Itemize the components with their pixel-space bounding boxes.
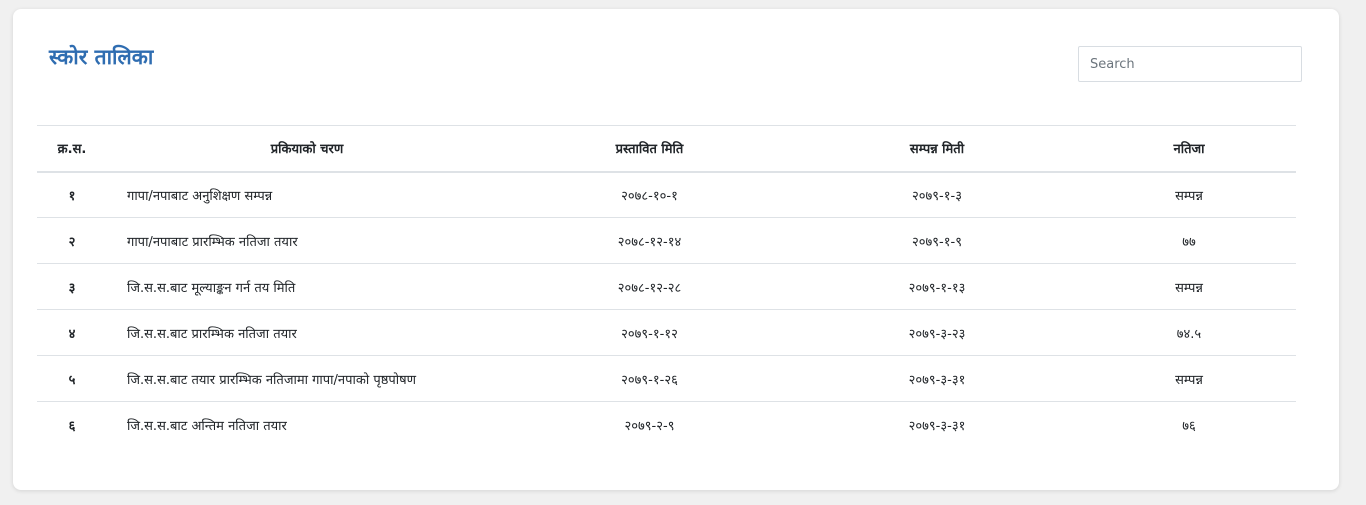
table-row: १ गापा/नपाबाट अनुशिक्षण सम्पन्न २०७८-१०-… [37,172,1296,218]
cell-completed-date: २०७९-१-३ [912,188,962,204]
cell-completed-date: २०७९-३-२३ [908,326,966,342]
cell-completed-date: २०७९-१-९ [912,234,962,250]
cell-stage: जि.स.स.बाट मूल्याङ्कन गर्न तय मिति [127,280,296,296]
cell-completed-date: २०७९-३-३१ [908,418,966,434]
cell-proposed-date: २०७८-१०-१ [621,188,678,204]
cell-sn: ६ [68,418,76,434]
cell-sn: ३ [68,280,76,296]
cell-stage: जि.स.स.बाट तयार प्रारम्भिक नतिजामा गापा/… [127,372,417,388]
table-header-row: क्र.स. प्रकियाको चरण प्रस्तावित मिति सम्… [37,125,1296,172]
cell-proposed-date: २०७८-१२-१४ [617,234,682,250]
table-row: ५ जि.स.स.बाट तयार प्रारम्भिक नतिजामा गाप… [37,356,1296,402]
cell-result: सम्पन्न [1175,188,1203,204]
cell-stage: गापा/नपाबाट प्रारम्भिक नतिजा तयार [127,234,298,250]
cell-sn: १ [68,188,76,204]
cell-stage: गापा/नपाबाट अनुशिक्षण सम्पन्न [127,188,273,204]
cell-sn: ४ [68,326,76,342]
header-sn[interactable]: क्र.स. [37,126,107,172]
cell-sn: ५ [68,372,76,388]
cell-proposed-date: २०७९-२-९ [624,418,675,434]
cell-result: ७६ [1182,418,1196,434]
header-stage[interactable]: प्रकियाको चरण [107,126,507,172]
cell-result: ७४.५ [1176,326,1202,342]
header-completed-date[interactable]: सम्पन्न मिती [792,126,1082,172]
score-table-card: स्कोर तालिका क्र.स. प्रकियाको चरण प्रस्त… [13,9,1339,490]
cell-proposed-date: २०७९-१-२६ [621,372,678,388]
table-body: १ गापा/नपाबाट अनुशिक्षण सम्पन्न २०७८-१०-… [37,172,1296,448]
header-proposed-date[interactable]: प्रस्तावित मिति [507,126,792,172]
cell-proposed-date: २०७९-१-१२ [621,326,678,342]
page-title: स्कोर तालिका [49,45,154,69]
table-row: २ गापा/नपाबाट प्रारम्भिक नतिजा तयार २०७८… [37,218,1296,264]
cell-sn: २ [68,234,76,250]
table-row: ४ जि.स.स.बाट प्रारम्भिक नतिजा तयार २०७९-… [37,310,1296,356]
table-row: ३ जि.स.स.बाट मूल्याङ्कन गर्न तय मिति २०७… [37,264,1296,310]
table-row: ६ जि.स.स.बाट अन्तिम नतिजा तयार २०७९-२-९ … [37,402,1296,448]
cell-result: ७७ [1182,234,1196,250]
cell-completed-date: २०७९-१-१३ [908,280,966,296]
cell-stage: जि.स.स.बाट अन्तिम नतिजा तयार [127,418,287,434]
table-header: क्र.स. प्रकियाको चरण प्रस्तावित मिति सम्… [37,125,1296,172]
search-input[interactable] [1078,46,1302,82]
score-table: क्र.स. प्रकियाको चरण प्रस्तावित मिति सम्… [37,125,1296,448]
header-result[interactable]: नतिजा [1082,126,1296,172]
cell-proposed-date: २०७८-१२-२८ [617,280,682,296]
cell-result: सम्पन्न [1175,280,1203,296]
cell-result: सम्पन्न [1175,372,1203,388]
cell-completed-date: २०७९-३-३१ [908,372,966,388]
cell-stage: जि.स.स.बाट प्रारम्भिक नतिजा तयार [127,326,297,342]
